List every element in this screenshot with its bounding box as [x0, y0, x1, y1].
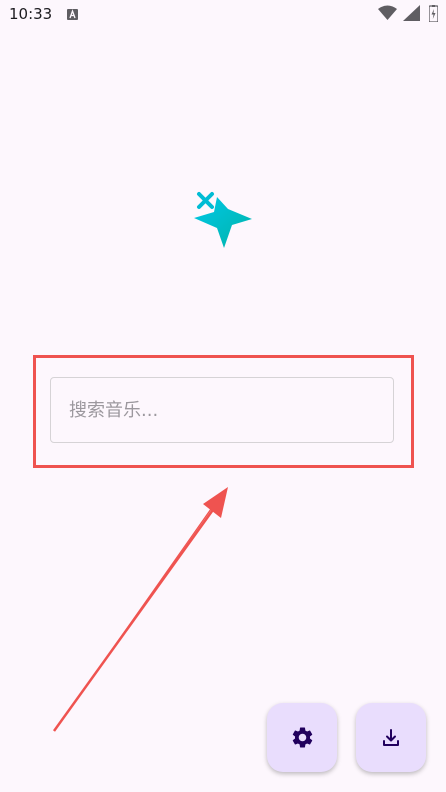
download-button[interactable]: [356, 703, 426, 772]
download-icon: [383, 728, 399, 746]
cellular-signal-icon: [403, 5, 420, 21]
search-input[interactable]: [50, 377, 394, 443]
settings-button[interactable]: [267, 703, 337, 772]
sparkle-star-icon: [194, 192, 252, 248]
status-time: 10:33: [9, 5, 53, 23]
wifi-icon: [378, 5, 397, 20]
status-bar: 10:33: [0, 0, 446, 32]
notification-a-icon: [67, 9, 78, 20]
battery-charging-icon: [429, 5, 438, 22]
gear-icon: [292, 727, 312, 748]
